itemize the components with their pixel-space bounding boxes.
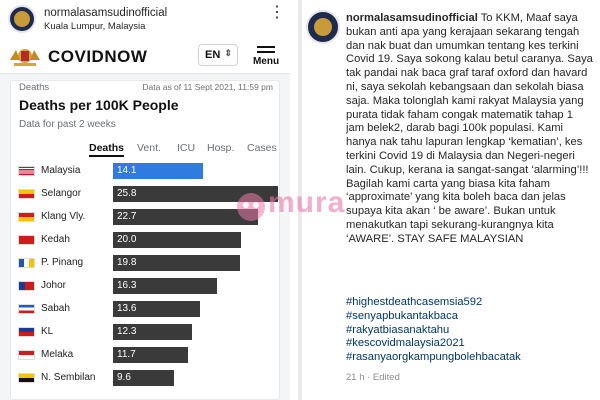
data-label: 16.3 [117, 280, 137, 291]
avatar[interactable] [8, 5, 36, 33]
category-label: Selangor [41, 188, 82, 199]
hashtag-link[interactable]: #kescovidmalaysia2021 [346, 337, 596, 351]
metric-tabs: Deaths Vent. ICU Hosp. Cases [89, 142, 279, 158]
hashtag-link[interactable]: #senyapbukantakbaca [346, 310, 596, 324]
data-label: 20.0 [117, 234, 137, 245]
category-label: Kedah [41, 234, 70, 245]
hashtag-link[interactable]: #highestdeathcasemsia592 [346, 296, 596, 310]
watermark-text: mura [268, 186, 346, 219]
kebab-icon[interactable]: ⋮ [269, 5, 285, 21]
bar-track: 9.6 [113, 370, 278, 386]
coat-of-arms-icon [10, 49, 40, 66]
flag-icon [18, 327, 35, 337]
chart-row: N. Sembilan 9.6 [11, 368, 281, 388]
data-label: 11.7 [117, 349, 136, 360]
category-label: Melaka [41, 349, 74, 360]
post-meta: 21 h · Edited [346, 372, 400, 383]
card-date-note: Data as of 11 Sept 2021, 11:59 pm [142, 82, 273, 92]
post-username[interactable]: normalasamsudinofficial [44, 7, 167, 19]
chart-row: Kedah 20.0 [11, 230, 281, 250]
tab-hosp[interactable]: Hosp. [207, 142, 234, 154]
app-bar: COVIDNOW EN ⇕ Menu [0, 38, 290, 74]
bar-track: 11.7 [113, 347, 278, 363]
flag-icon [18, 281, 35, 291]
language-value: EN [205, 49, 221, 61]
chart-row: KL 12.3 [11, 322, 281, 342]
flag-icon [18, 258, 35, 268]
data-label: 12.3 [117, 326, 137, 337]
tab-deaths[interactable]: Deaths [89, 142, 125, 157]
app-brand: COVIDNOW [48, 47, 148, 66]
bar-track: 14.1 [113, 163, 278, 179]
category-label: KL [41, 326, 54, 337]
card-subtitle: Data for past 2 weeks [19, 119, 116, 130]
avatar[interactable] [306, 10, 340, 44]
category-label: N. Sembilan [41, 372, 96, 383]
card-section: Deaths [19, 82, 50, 93]
chart-row: Sabah 13.6 [11, 299, 281, 319]
chart-row: Melaka 11.7 [11, 345, 281, 365]
menu-label: Menu [252, 56, 280, 67]
post-caption: normalasamsudinofficial To KKM, Maaf say… [346, 12, 594, 247]
bar-track: 16.3 [113, 278, 278, 294]
category-label: Klang Vly. [41, 211, 86, 222]
language-select[interactable]: EN ⇕ [198, 44, 238, 66]
hashtag-list: #highestdeathcasemsia592 #senyapbukantak… [346, 296, 596, 365]
caption-text: To KKM, Maaf saya bukan anti apa yang ke… [346, 12, 593, 245]
tab-cases[interactable]: Cases [247, 142, 277, 154]
flag-icon [18, 304, 35, 314]
category-label: Johor [41, 280, 67, 291]
flag-icon [18, 189, 35, 199]
hashtag-link[interactable]: #rakyatbiasanaktahu [346, 324, 596, 338]
flag-icon [18, 350, 35, 360]
deaths-card: Deaths Data as of 11 Sept 2021, 11:59 pm… [10, 80, 280, 400]
bar-track: 19.8 [113, 255, 278, 271]
data-label: 14.1 [117, 165, 137, 176]
flag-icon [18, 166, 35, 176]
category-label: Malaysia [41, 165, 81, 176]
flag-icon [18, 373, 35, 383]
hashtag-link[interactable]: #rasanyaorgkampungbolehbacatak [346, 351, 596, 365]
data-label: 13.6 [117, 303, 137, 314]
chart-row: Johor 16.3 [11, 276, 281, 296]
post-header: normalasamsudinofficial Kuala Lumpur, Ma… [8, 4, 290, 34]
post-location[interactable]: Kuala Lumpur, Malaysia [44, 21, 145, 32]
data-label: 9.6 [117, 372, 131, 383]
flag-icon [18, 212, 35, 222]
data-label: 22.7 [117, 211, 137, 222]
data-label: 25.8 [117, 188, 137, 199]
data-label: 19.8 [117, 257, 137, 268]
bar-track: 13.6 [113, 301, 278, 317]
menu-button[interactable]: Menu [250, 44, 282, 72]
chart-row: P. Pinang 19.8 [11, 253, 281, 273]
flag-icon [18, 235, 35, 245]
chart-row: Malaysia 14.1 [11, 161, 281, 181]
category-label: P. Pinang [41, 257, 84, 268]
watermark: mura [234, 184, 374, 224]
watermark-logo-icon [237, 193, 265, 221]
bar-track: 20.0 [113, 232, 278, 248]
tab-vent[interactable]: Vent. [137, 142, 161, 154]
tab-icu[interactable]: ICU [177, 142, 195, 154]
bar-track: 12.3 [113, 324, 278, 340]
category-label: Sabah [41, 303, 70, 314]
card-title: Deaths per 100K People [19, 97, 179, 113]
chevron-updown-icon: ⇕ [224, 48, 232, 58]
caption-username[interactable]: normalasamsudinofficial [346, 12, 478, 24]
